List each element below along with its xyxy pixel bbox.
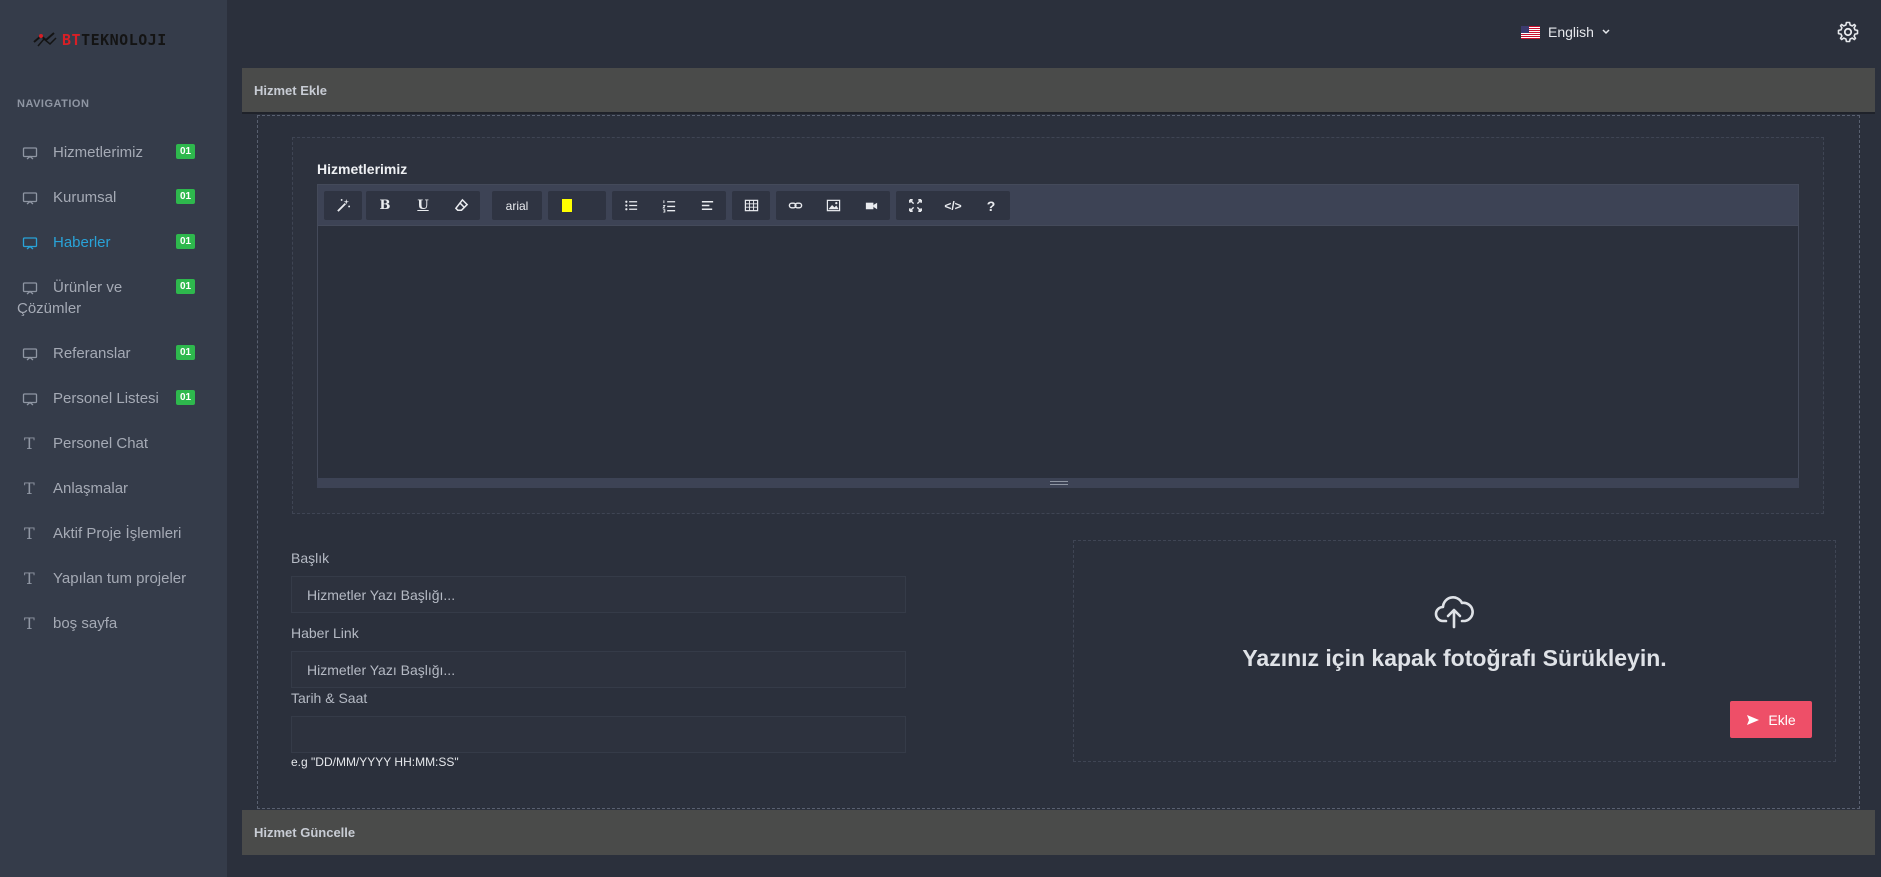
nav-heading: NAVIGATION bbox=[17, 98, 90, 110]
link-label: Haber Link bbox=[291, 625, 359, 641]
sidebar-item-label: Hizmetlerimiz bbox=[53, 144, 143, 161]
sidebar-item-label: Aktif Proje İşlemleri bbox=[53, 525, 182, 542]
panel-header-update[interactable]: Hizmet Güncelle bbox=[242, 810, 1875, 855]
ordered-list-icon[interactable] bbox=[650, 191, 688, 220]
monitor-icon bbox=[22, 192, 38, 205]
text-icon: T bbox=[24, 434, 35, 453]
cloud-upload-icon bbox=[1434, 596, 1474, 629]
panel-title: Hizmet Güncelle bbox=[254, 825, 356, 840]
help-icon[interactable]: ? bbox=[972, 191, 1010, 220]
sidebar-item-label: Anlaşmalar bbox=[53, 480, 129, 497]
sidebar-item-label: Personel Listesi bbox=[53, 390, 159, 407]
datetime-hint: e.g "DD/MM/YYYY HH:MM:SS" bbox=[291, 755, 459, 769]
sidebar-item-bos-sayfa[interactable]: T boş sayfa bbox=[0, 601, 227, 646]
text-icon: T bbox=[24, 524, 35, 543]
editor-toolbar: B U arial </> ? bbox=[317, 184, 1799, 226]
monitor-icon bbox=[22, 348, 38, 361]
monitor-icon bbox=[22, 282, 38, 295]
logo[interactable]: BTTEKNOLOJI bbox=[32, 28, 167, 52]
resize-grip-icon[interactable] bbox=[1050, 481, 1068, 485]
count-badge: 01 bbox=[176, 234, 196, 249]
fullscreen-icon[interactable] bbox=[896, 191, 934, 220]
video-icon[interactable] bbox=[852, 191, 890, 220]
editor-content-area[interactable] bbox=[317, 226, 1799, 479]
sidebar-item-referanslar[interactable]: Referanslar 01 bbox=[0, 331, 227, 376]
sidebar-item-label-line2: Çözümler bbox=[17, 300, 82, 317]
toolbar-group-insert bbox=[776, 191, 890, 220]
monitor-icon bbox=[22, 237, 38, 250]
table-icon[interactable] bbox=[732, 191, 770, 220]
title-label: Başlık bbox=[291, 550, 330, 566]
send-icon bbox=[1747, 714, 1760, 725]
monitor-icon bbox=[22, 393, 38, 406]
datetime-label: Tarih & Saat bbox=[291, 690, 368, 706]
font-family-select[interactable]: arial bbox=[492, 191, 542, 220]
link-input[interactable] bbox=[291, 651, 906, 688]
logo-mark-icon bbox=[33, 32, 57, 47]
sidebar-item-label: Referanslar bbox=[53, 345, 131, 362]
magic-icon[interactable] bbox=[324, 191, 362, 220]
toolbar-group-font: B U bbox=[366, 191, 480, 220]
toolbar-group-table bbox=[732, 191, 770, 220]
sidebar-item-label: Personel Chat bbox=[53, 435, 149, 452]
sidebar-item-kurumsal[interactable]: Kurumsal 01 bbox=[0, 175, 227, 220]
underline-icon[interactable]: U bbox=[404, 191, 442, 220]
count-badge: 01 bbox=[176, 144, 196, 159]
sidebar-item-label: boş sayfa bbox=[53, 615, 118, 632]
editor-title: Hizmetlerimiz bbox=[317, 161, 408, 177]
language-label: English bbox=[1548, 24, 1594, 40]
highlight-swatch bbox=[562, 199, 572, 212]
toolbar-group-para bbox=[612, 191, 726, 220]
count-badge: 01 bbox=[176, 345, 196, 360]
sidebar-item-personel-listesi[interactable]: Personel Listesi 01 bbox=[0, 376, 227, 421]
add-button-label: Ekle bbox=[1768, 711, 1796, 728]
dropzone-text: Yazınız için kapak fotoğrafı Sürükleyin. bbox=[1242, 645, 1667, 671]
sidebar-nav: Hizmetlerimiz 01 Kurumsal 01 Haberler 01… bbox=[0, 130, 227, 646]
sidebar-item-hizmetlerimiz[interactable]: Hizmetlerimiz 01 bbox=[0, 130, 227, 175]
text-icon: T bbox=[24, 569, 35, 588]
bold-icon[interactable]: B bbox=[366, 191, 404, 220]
unordered-list-icon[interactable] bbox=[612, 191, 650, 220]
brand-name: BTTEKNOLOJI bbox=[62, 31, 167, 49]
monitor-icon bbox=[22, 147, 38, 160]
count-badge: 01 bbox=[176, 279, 196, 294]
editor-resize-bar[interactable] bbox=[317, 478, 1799, 488]
datetime-input[interactable] bbox=[291, 716, 906, 753]
font-family-label: arial bbox=[505, 198, 529, 213]
panel-header-add[interactable]: Hizmet Ekle bbox=[242, 68, 1875, 114]
language-selector[interactable]: English bbox=[1521, 24, 1610, 40]
toolbar-group-style bbox=[324, 191, 362, 220]
sidebar-item-haberler[interactable]: Haberler 01 bbox=[0, 220, 227, 265]
highlight-color-icon[interactable] bbox=[548, 191, 606, 220]
sidebar-item-anlasmalar[interactable]: T Anlaşmalar bbox=[0, 466, 227, 511]
sidebar-item-personel-chat[interactable]: T Personel Chat bbox=[0, 421, 227, 466]
chevron-down-icon bbox=[1602, 29, 1610, 35]
text-icon: T bbox=[24, 614, 35, 633]
sidebar-item-label: Yapılan tum projeler bbox=[53, 570, 187, 587]
link-icon[interactable] bbox=[776, 191, 814, 220]
title-input[interactable] bbox=[291, 576, 906, 613]
panel-title: Hizmet Ekle bbox=[254, 82, 327, 98]
sidebar-item-yapilan-tum-projeler[interactable]: T Yapılan tum projeler bbox=[0, 556, 227, 601]
align-icon[interactable] bbox=[688, 191, 726, 220]
sidebar: BTTEKNOLOJI NAVIGATION Hizmetlerimiz 01 … bbox=[0, 0, 227, 877]
sidebar-item-aktif-proje-islemleri[interactable]: T Aktif Proje İşlemleri bbox=[0, 511, 227, 556]
toolbar-group-view: </> ? bbox=[896, 191, 1010, 220]
count-badge: 01 bbox=[176, 189, 196, 204]
sidebar-item-urunler-ve-cozumler[interactable]: Ürünler ve Çözümler 01 bbox=[0, 265, 227, 331]
text-icon: T bbox=[24, 479, 35, 498]
sidebar-item-label: Kurumsal bbox=[53, 189, 117, 206]
add-button[interactable]: Ekle bbox=[1730, 701, 1812, 738]
gear-icon[interactable] bbox=[1836, 20, 1860, 44]
image-icon[interactable] bbox=[814, 191, 852, 220]
us-flag-icon bbox=[1521, 25, 1540, 39]
sidebar-item-label: Haberler bbox=[53, 234, 111, 251]
eraser-icon[interactable] bbox=[442, 191, 480, 220]
count-badge: 01 bbox=[176, 390, 196, 405]
code-view-icon[interactable]: </> bbox=[934, 191, 972, 220]
